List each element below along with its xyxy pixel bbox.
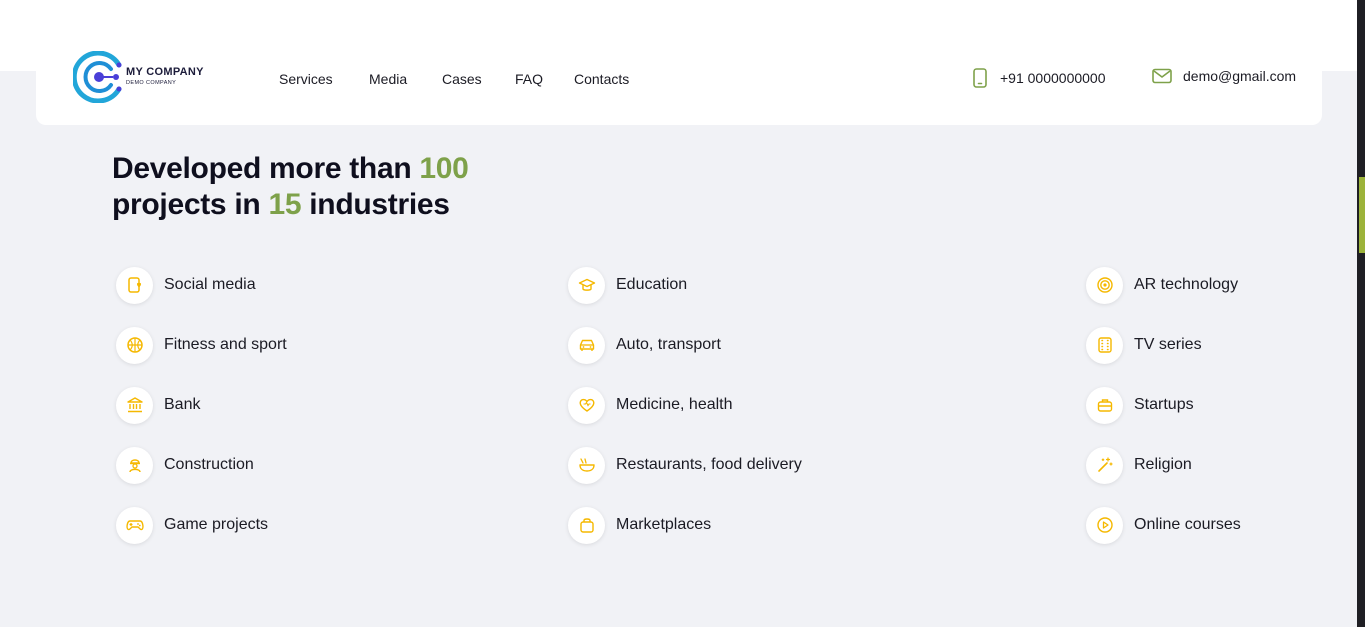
nav-contacts[interactable]: Contacts <box>574 71 629 87</box>
email-address: demo@gmail.com <box>1183 68 1297 84</box>
logo-company-name: MY COMPANY <box>126 66 204 78</box>
shopping-bag-icon <box>568 506 605 544</box>
industry-label: Fitness and sport <box>164 336 287 353</box>
industry-social-media[interactable]: Social media <box>116 265 256 305</box>
industry-religion[interactable]: Religion <box>1086 445 1192 485</box>
industry-label: Religion <box>1134 456 1192 473</box>
industry-restaurants-food[interactable]: Restaurants, food delivery <box>568 445 802 485</box>
headline-text-1: Developed more than <box>112 152 420 185</box>
headline-number-industries: 15 <box>268 188 302 221</box>
industry-label: Online courses <box>1134 516 1241 533</box>
phone-icon <box>973 68 987 88</box>
play-circle-icon <box>1086 506 1123 544</box>
industry-label: TV series <box>1134 336 1202 353</box>
nav-faq[interactable]: FAQ <box>515 71 543 87</box>
target-icon <box>1086 266 1123 304</box>
industry-game-projects[interactable]: Game projects <box>116 505 268 545</box>
film-icon <box>1086 326 1123 364</box>
heart-icon <box>568 386 605 424</box>
industry-label: Auto, transport <box>616 336 721 353</box>
nav-media[interactable]: Media <box>369 71 407 87</box>
industry-education[interactable]: Education <box>568 265 687 305</box>
logo-company-subtitle: DEMO COMPANY <box>126 80 177 86</box>
bank-icon <box>116 386 153 424</box>
page-headline: Developed more than 100 projects in 15 i… <box>112 151 469 223</box>
phone-number: +91 0000000000 <box>1000 70 1106 86</box>
industry-label: Bank <box>164 396 201 413</box>
industry-auto-transport[interactable]: Auto, transport <box>568 325 721 365</box>
magic-wand-icon <box>1086 446 1123 484</box>
graduation-cap-icon <box>568 266 605 304</box>
industry-tv-series[interactable]: TV series <box>1086 325 1202 365</box>
car-icon <box>568 326 605 364</box>
logo-mark-icon <box>73 51 122 103</box>
industry-label: AR technology <box>1134 276 1239 293</box>
industry-label: Restaurants, food delivery <box>616 456 802 473</box>
food-bowl-icon <box>568 446 605 484</box>
industry-medicine-health[interactable]: Medicine, health <box>568 385 733 425</box>
industry-fitness-sport[interactable]: Fitness and sport <box>116 325 287 365</box>
industry-label: Marketplaces <box>616 516 712 533</box>
nav-services[interactable]: Services <box>279 71 333 87</box>
industry-construction[interactable]: Construction <box>116 445 254 485</box>
scrollbar-track[interactable] <box>1357 0 1365 627</box>
scrollbar-thumb[interactable] <box>1359 177 1365 253</box>
industry-label: Medicine, health <box>616 396 733 413</box>
phone-contact[interactable]: +91 0000000000 <box>971 68 1106 88</box>
headline-number-projects: 100 <box>419 152 469 185</box>
industry-marketplaces[interactable]: Marketplaces <box>568 505 711 545</box>
industry-bank[interactable]: Bank <box>116 385 200 425</box>
industry-label: Construction <box>164 456 254 473</box>
industry-online-courses[interactable]: Online courses <box>1086 505 1241 545</box>
mail-icon <box>1152 68 1172 84</box>
industry-label: Education <box>616 276 688 293</box>
social-media-icon <box>116 266 153 304</box>
industry-ar-technology[interactable]: AR technology <box>1086 265 1238 305</box>
industry-label: Social media <box>164 276 256 293</box>
email-contact[interactable]: demo@gmail.com <box>1152 68 1296 84</box>
industry-label: Game projects <box>164 516 269 533</box>
headline-text-3: industries <box>301 188 450 221</box>
briefcase-icon <box>1086 386 1123 424</box>
gamepad-icon <box>116 506 153 544</box>
nav-cases[interactable]: Cases <box>442 71 482 87</box>
site-header: MY COMPANY DEMO COMPANY Services Media C… <box>36 30 1322 125</box>
industry-label: Startups <box>1134 396 1194 413</box>
industry-startups[interactable]: Startups <box>1086 385 1194 425</box>
headline-text-2: projects in <box>112 188 269 221</box>
basketball-icon <box>116 326 153 364</box>
company-logo[interactable]: MY COMPANY DEMO COMPANY <box>73 51 213 106</box>
builder-icon <box>116 446 153 484</box>
